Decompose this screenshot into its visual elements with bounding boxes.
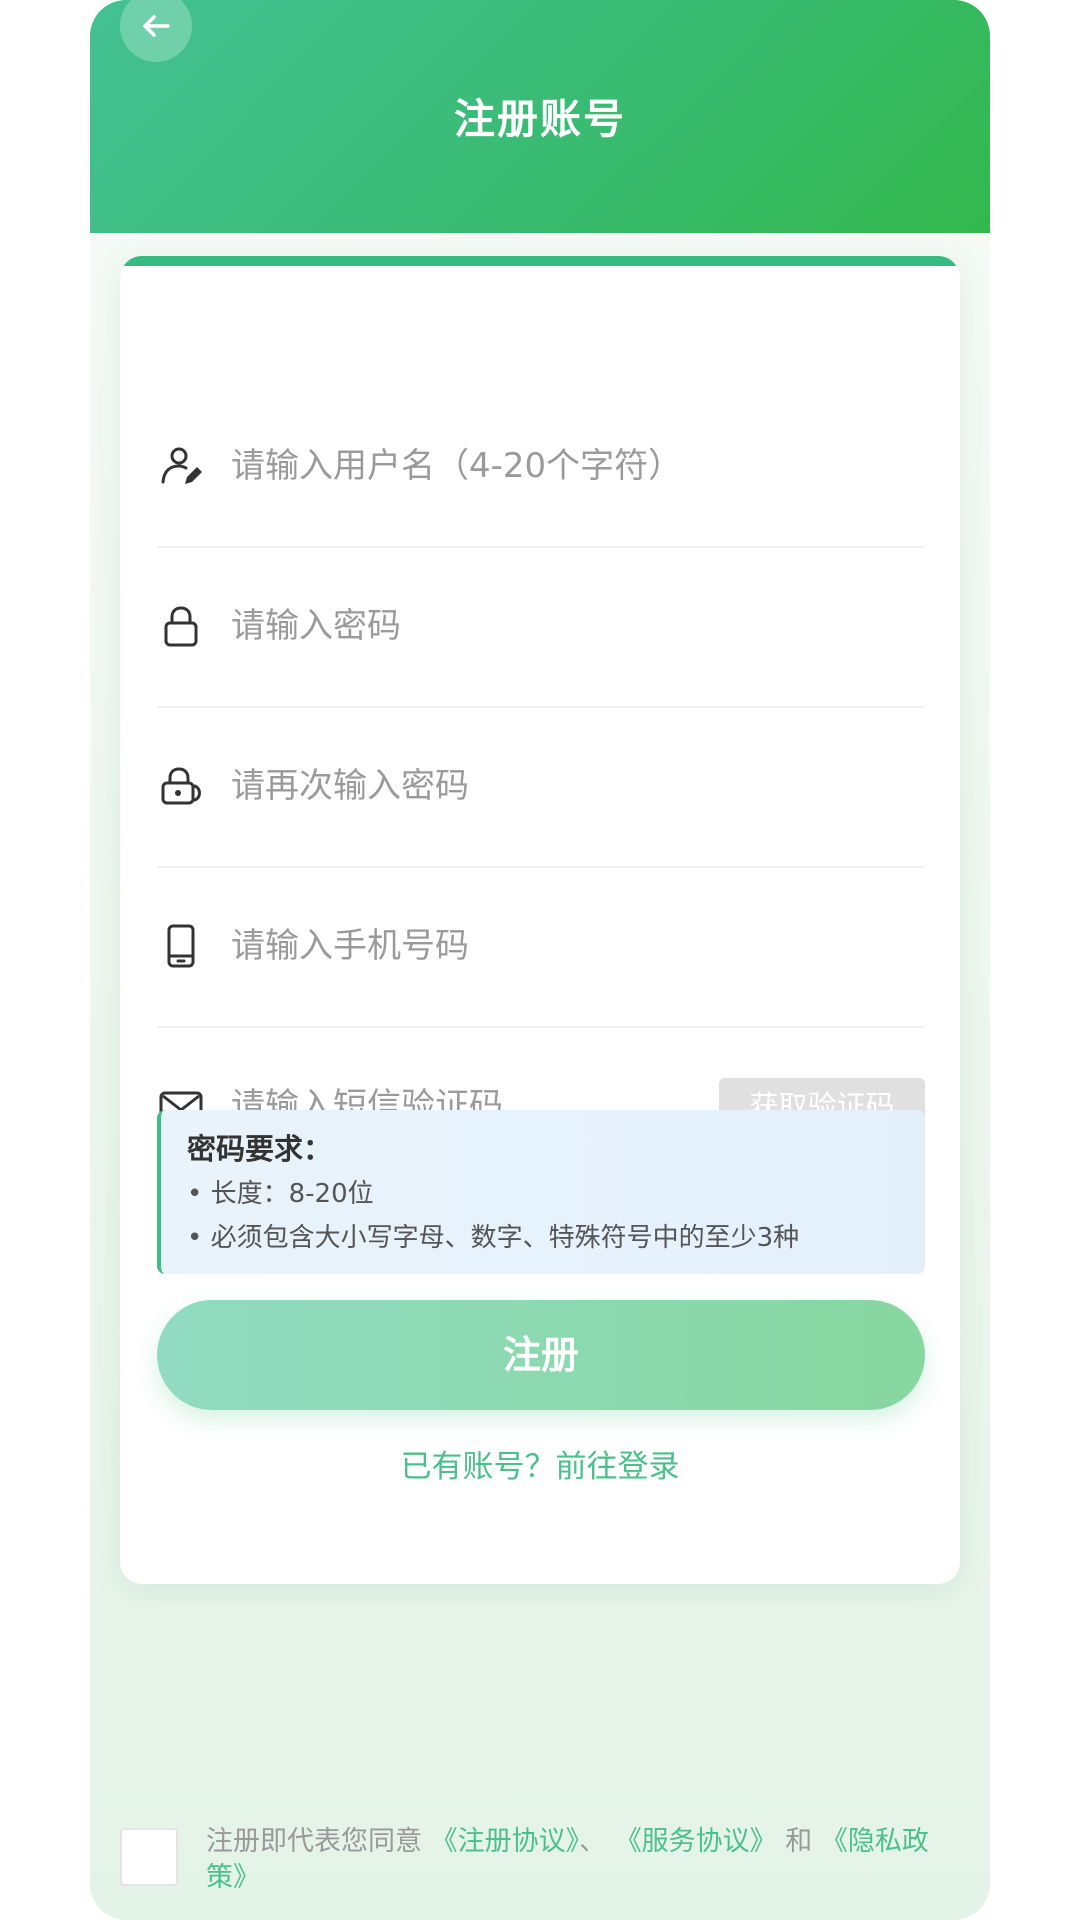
password-requirements: 密码要求： • 长度：8-20位 • 必须包含大小写字母、数字、特殊符号中的至少… [157, 1110, 925, 1274]
header: 注册账号 [90, 0, 990, 233]
lock-icon [157, 602, 205, 650]
phone-field [157, 866, 925, 1028]
card-top-accent [120, 256, 960, 266]
phone-screen: 注册账号 请输入用户名（4-20个字符） 请输入手机号码 请输入短信验证码 获取… [90, 0, 990, 1920]
requirements-title: 密码要求： [187, 1132, 333, 1166]
confirm-password-field [157, 706, 925, 868]
register-agreement-link[interactable]: 《注册协议》 [431, 1826, 580, 1857]
phone-icon [157, 922, 205, 970]
password-input[interactable] [231, 596, 791, 656]
confirm-password-input[interactable] [231, 756, 791, 816]
agreement-prefix: 注册即代表您同意 [206, 1826, 422, 1857]
agreement-separator: 、 [579, 1826, 607, 1857]
login-link[interactable]: 已有账号？前往登录 [120, 1441, 960, 1486]
requirement-line: • 长度：8-20位 [187, 1179, 374, 1209]
username-field [157, 386, 925, 548]
username-input[interactable] [231, 436, 791, 496]
register-button[interactable]: 注册 [157, 1300, 925, 1410]
requirement-line: • 必须包含大小写字母、数字、特殊符号中的至少3种 [187, 1223, 800, 1253]
arrow-left-icon [143, 15, 170, 37]
agreement-text: 注册即代表您同意 《注册协议》、 《服务协议》 和 《隐私政策》 [206, 1824, 936, 1896]
lock-check-icon [157, 762, 205, 810]
service-agreement-link[interactable]: 《服务协议》 [615, 1826, 777, 1857]
page-title: 注册账号 [454, 95, 626, 143]
register-card: 获取验证码 密码要求： • 长度：8-20位 • 必须包含大小写字母、数字、特殊… [120, 256, 960, 1584]
user-edit-icon [157, 442, 205, 490]
agreement-and: 和 [785, 1826, 813, 1857]
agreement-checkbox[interactable] [120, 1828, 178, 1886]
phone-input[interactable] [231, 916, 791, 976]
back-button[interactable] [120, 0, 192, 62]
password-field [157, 546, 925, 708]
